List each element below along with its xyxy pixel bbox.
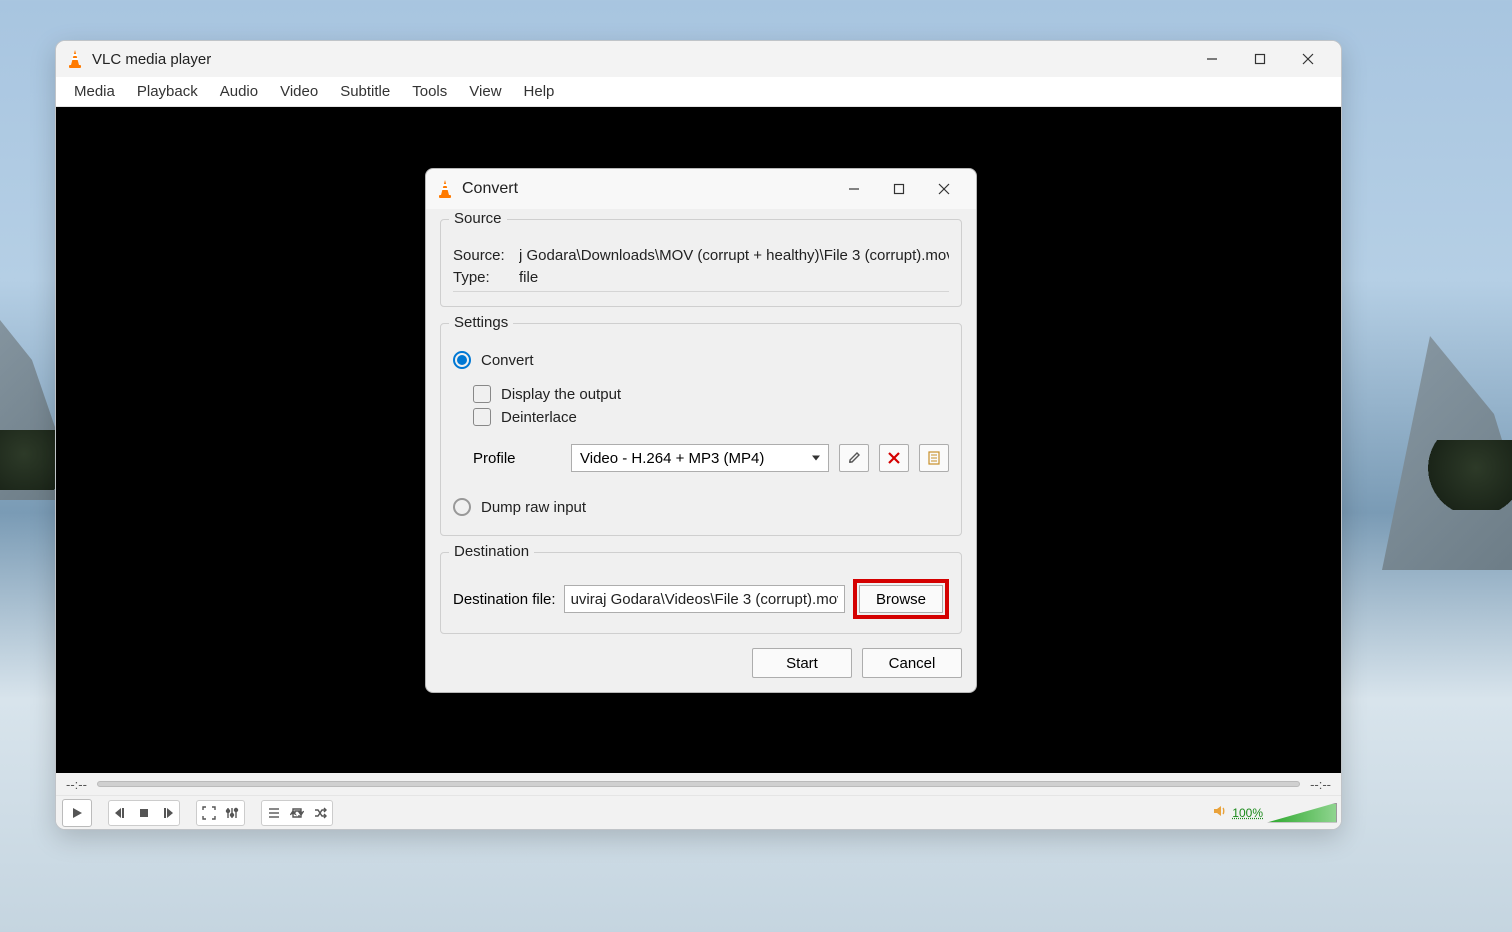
profile-select[interactable]: Video - H.264 + MP3 (MP4) (571, 444, 829, 472)
menu-video[interactable]: Video (270, 79, 328, 104)
shuffle-button[interactable] (309, 802, 331, 824)
settings-group-label: Settings (449, 314, 513, 331)
settings-group: Settings Convert Display the output Dein… (440, 323, 962, 536)
previous-button[interactable] (110, 802, 132, 824)
source-label: Source: (453, 247, 509, 264)
volume-slider[interactable] (1267, 803, 1337, 823)
volume-percent[interactable]: 100% (1232, 806, 1263, 820)
speaker-icon[interactable] (1212, 803, 1228, 822)
cancel-button[interactable]: Cancel (862, 648, 962, 678)
dialog-close-button[interactable] (922, 174, 966, 204)
vlc-cone-icon (436, 179, 454, 199)
extended-settings-button[interactable] (221, 802, 243, 824)
dialog-title: Convert (462, 180, 832, 198)
dialog-minimize-button[interactable] (832, 174, 876, 204)
controls-bar: 100% (56, 795, 1341, 829)
menu-tools[interactable]: Tools (402, 79, 457, 104)
browse-highlight: Browse (853, 579, 949, 619)
menu-media[interactable]: Media (64, 79, 125, 104)
display-output-label: Display the output (501, 386, 621, 403)
source-value: j Godara\Downloads\MOV (corrupt + health… (519, 247, 949, 264)
profile-label: Profile (473, 450, 561, 467)
convert-radio-label: Convert (481, 352, 534, 369)
dump-raw-radio[interactable] (453, 498, 471, 516)
convert-radio[interactable] (453, 351, 471, 369)
next-button[interactable] (156, 802, 178, 824)
play-button[interactable] (62, 799, 92, 827)
edit-profile-button[interactable] (839, 444, 869, 472)
maximize-button[interactable] (1237, 44, 1283, 74)
type-label: Type: (453, 269, 509, 286)
main-titlebar[interactable]: VLC media player (56, 41, 1341, 77)
time-elapsed: --:-- (66, 777, 87, 792)
seek-slider[interactable] (97, 781, 1300, 787)
deinterlace-label: Deinterlace (501, 409, 577, 426)
display-output-checkbox[interactable] (473, 385, 491, 403)
deinterlace-checkbox[interactable] (473, 408, 491, 426)
start-button[interactable]: Start (752, 648, 852, 678)
loop-button[interactable] (286, 802, 308, 824)
type-value: file (519, 269, 949, 286)
menu-playback[interactable]: Playback (127, 79, 208, 104)
time-total: --:-- (1310, 777, 1331, 792)
source-group: Source Source: j Godara\Downloads\MOV (c… (440, 219, 962, 307)
destination-group-label: Destination (449, 543, 534, 560)
new-profile-button[interactable] (919, 444, 949, 472)
close-button[interactable] (1285, 44, 1331, 74)
dialog-titlebar[interactable]: Convert (426, 169, 976, 209)
menu-audio[interactable]: Audio (210, 79, 268, 104)
menu-help[interactable]: Help (514, 79, 565, 104)
destination-label: Destination file: (453, 591, 556, 608)
menu-view[interactable]: View (459, 79, 511, 104)
playlist-button[interactable] (263, 802, 285, 824)
menu-subtitle[interactable]: Subtitle (330, 79, 400, 104)
statusbar: --:-- --:-- (56, 773, 1341, 795)
source-group-label: Source (449, 210, 507, 227)
profile-select-value: Video - H.264 + MP3 (MP4) (580, 450, 764, 467)
minimize-button[interactable] (1189, 44, 1235, 74)
destination-group: Destination Destination file: Browse (440, 552, 962, 634)
convert-dialog: Convert Source Source: j Godara\Download… (425, 168, 977, 693)
fullscreen-button[interactable] (198, 802, 220, 824)
dump-raw-label: Dump raw input (481, 499, 586, 516)
browse-button[interactable]: Browse (859, 585, 943, 613)
menubar: Media Playback Audio Video Subtitle Tool… (56, 77, 1341, 107)
delete-profile-button[interactable] (879, 444, 909, 472)
vlc-cone-icon (66, 49, 84, 69)
main-title: VLC media player (92, 51, 1189, 68)
stop-button[interactable] (133, 802, 155, 824)
dialog-maximize-button[interactable] (877, 174, 921, 204)
destination-input[interactable] (564, 585, 845, 613)
